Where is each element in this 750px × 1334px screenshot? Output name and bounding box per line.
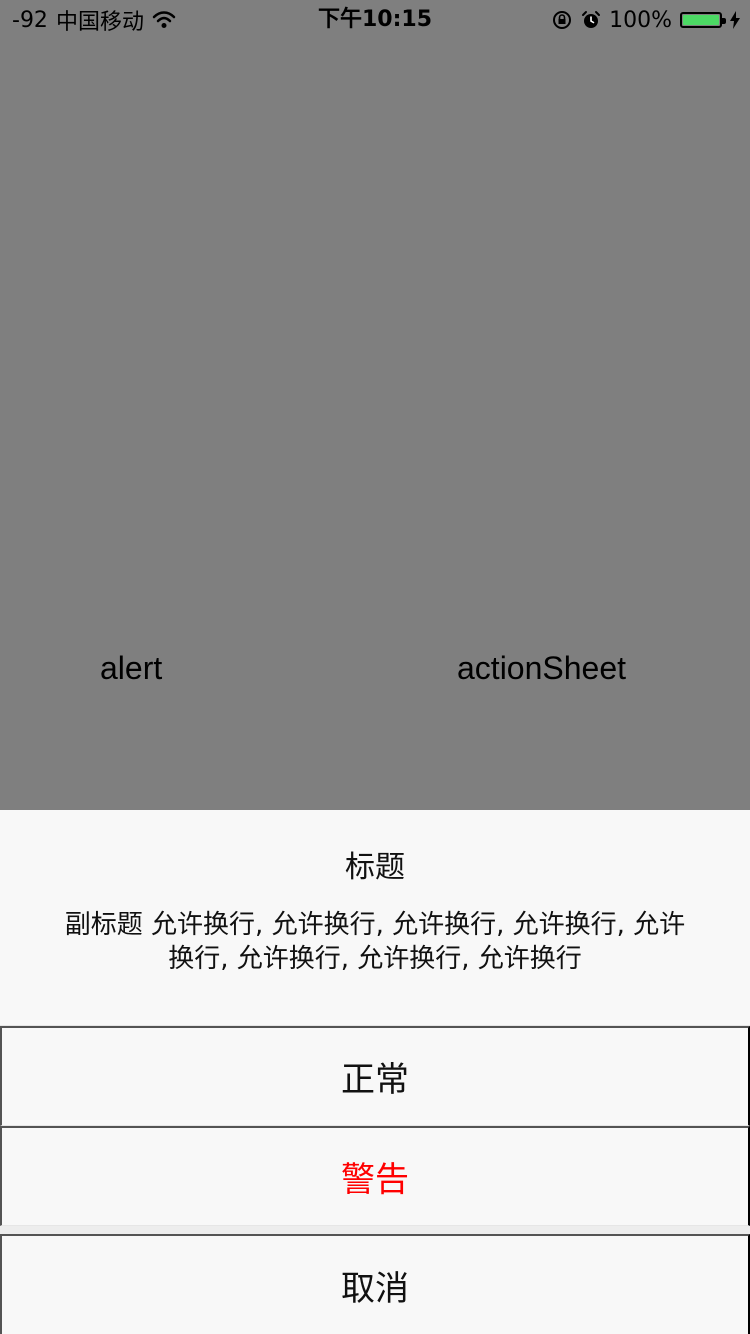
action-sheet-subtitle: 副标题 允许换行, 允许换行, 允许换行, 允许换行, 允许换行, 允许换行, … xyxy=(64,910,686,974)
rotation-lock-icon xyxy=(551,9,573,31)
action-sheet-title: 标题 xyxy=(345,850,405,885)
action-sheet-button[interactable]: actionSheet xyxy=(457,646,626,690)
action-sheet-header: 标题 副标题 允许换行, 允许换行, 允许换行, 允许换行, 允许换行, 允许换… xyxy=(0,810,750,1026)
alert-button[interactable]: alert xyxy=(100,646,162,690)
battery-icon xyxy=(680,12,726,28)
action-sheet-cancel-button[interactable]: 取消 xyxy=(0,1234,750,1334)
status-bar: -92 中国移动 下午10:15 100% xyxy=(0,0,750,40)
alarm-icon xyxy=(581,10,601,30)
status-right: 100% xyxy=(551,6,740,34)
battery-fill xyxy=(683,15,719,25)
action-sheet-warning-button[interactable]: 警告 xyxy=(0,1126,750,1226)
battery-cap xyxy=(722,18,726,24)
action-sheet-normal-button[interactable]: 正常 xyxy=(0,1026,750,1126)
charging-bolt-icon xyxy=(730,11,740,29)
battery-percent: 100% xyxy=(609,7,672,33)
action-sheet: 标题 副标题 允许换行, 允许换行, 允许换行, 允许换行, 允许换行, 允许换… xyxy=(0,810,750,1334)
